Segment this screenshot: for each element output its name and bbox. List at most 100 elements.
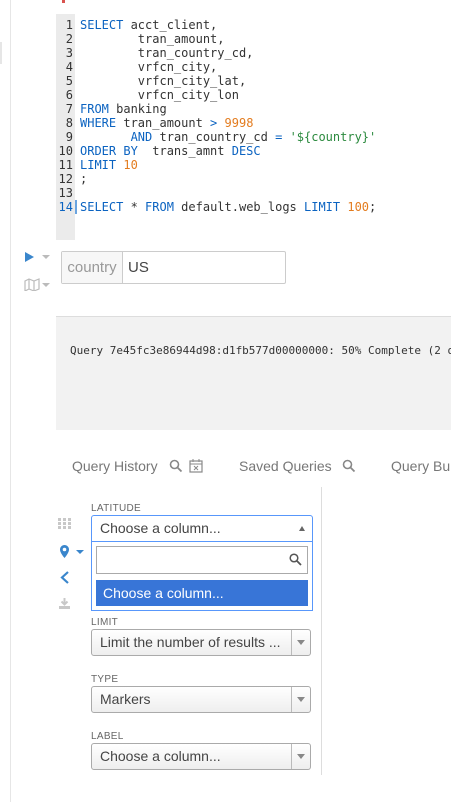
code-line[interactable]: vrfcn_city_lat, xyxy=(80,74,246,88)
code-token: LIMIT xyxy=(80,158,117,172)
code-token: vrfcn_city_lon xyxy=(80,88,239,102)
line-number: 2 xyxy=(65,32,73,46)
chevron-down-icon xyxy=(291,744,310,769)
code-token: * xyxy=(123,200,146,214)
code-line[interactable]: AND tran_country_cd = '${country}' xyxy=(80,130,377,144)
code-token: ; xyxy=(80,172,88,186)
download-icon[interactable] xyxy=(59,598,70,609)
code-token: AND xyxy=(130,130,153,144)
latitude-value: Choose a column... xyxy=(100,520,221,536)
map-marker-icon[interactable] xyxy=(60,545,69,558)
code-token: tran_amount xyxy=(116,116,211,130)
parameter-label: country xyxy=(62,252,123,283)
label-label: LABEL xyxy=(91,731,124,742)
chevron-down-icon[interactable] xyxy=(42,283,50,287)
latitude-label: LATITUDE xyxy=(91,503,141,514)
chevron-down-icon xyxy=(291,630,310,655)
dropdown-search-box xyxy=(96,546,308,574)
code-token: banking xyxy=(108,102,167,116)
tab-saved-queries[interactable]: Saved Queries xyxy=(239,458,332,474)
code-line[interactable]: tran_amount, xyxy=(80,32,225,46)
line-number: 3 xyxy=(65,46,73,60)
left-edge-marker xyxy=(0,42,2,64)
tab-query-builder[interactable]: Query Bui xyxy=(391,458,451,474)
type-select[interactable]: Markers xyxy=(91,686,311,713)
line-number: 12 xyxy=(58,172,73,186)
line-number: 8 xyxy=(65,116,73,130)
query-status-text: Query 7e45fc3e86944d98:d1fb577d00000000:… xyxy=(70,344,451,357)
map-icon[interactable] xyxy=(24,278,40,291)
code-line[interactable]: vrfcn_city_lon xyxy=(80,88,239,102)
settings-divider xyxy=(321,487,322,775)
code-token: FROM xyxy=(80,102,109,116)
active-line-marker xyxy=(75,200,77,214)
code-line[interactable]: SELECT * FROM default.web_logs LIMIT 100… xyxy=(80,200,376,214)
code-token: SELECT xyxy=(80,18,124,32)
search-icon[interactable] xyxy=(342,459,356,473)
code-line[interactable]: tran_country_cd, xyxy=(80,46,254,60)
parameter-field: country xyxy=(61,251,286,284)
line-number: 6 xyxy=(65,88,73,102)
line-number: 7 xyxy=(65,102,73,116)
code-token: tran_country_cd, xyxy=(80,46,254,60)
code-token: vrfcn_city, xyxy=(80,60,218,74)
code-token: vrfcn_city_lat, xyxy=(80,74,247,88)
dropdown-option[interactable]: Choose a column... xyxy=(96,580,308,606)
chevron-left-icon[interactable] xyxy=(60,571,70,584)
code-token: ; xyxy=(369,200,377,214)
code-line[interactable]: vrfcn_city, xyxy=(80,60,217,74)
code-token: ORDER BY xyxy=(80,144,138,158)
code-token: tran_country_cd xyxy=(152,130,276,144)
sql-editor[interactable]: 1 2 3 4 5 6 7 8 9 10 11 12 13 14 SELECT acct_client, … xyxy=(56,14,451,240)
grid-icon[interactable] xyxy=(58,518,71,529)
chevron-down-icon xyxy=(291,687,310,712)
search-icon xyxy=(289,553,302,566)
code-token: 9998 xyxy=(224,116,254,130)
label-select[interactable]: Choose a column... xyxy=(91,743,311,770)
code-token: DESC xyxy=(231,144,261,158)
code-token: FROM xyxy=(145,200,174,214)
play-icon[interactable] xyxy=(25,252,34,262)
code-line[interactable]: SELECT acct_client, xyxy=(80,18,217,32)
code-token: WHERE xyxy=(80,116,117,130)
code-token: 100 xyxy=(347,200,370,214)
limit-select[interactable]: Limit the number of results ... xyxy=(91,629,311,656)
label-value: Choose a column... xyxy=(100,748,221,764)
left-panel-divider xyxy=(10,0,11,802)
code-token: SELECT xyxy=(80,200,124,214)
dropdown-search-input[interactable] xyxy=(97,547,294,573)
limit-label: LIMIT xyxy=(91,617,119,628)
line-number: 11 xyxy=(58,158,73,172)
latitude-select[interactable]: Choose a column... xyxy=(91,515,313,542)
line-number: 14 xyxy=(58,200,73,214)
code-token: trans_amnt xyxy=(137,144,232,158)
chevron-down-icon[interactable] xyxy=(76,550,84,554)
code-line[interactable]: FROM banking xyxy=(80,102,167,116)
search-icon[interactable] xyxy=(169,459,183,473)
code-token: acct_client, xyxy=(123,18,218,32)
code-line[interactable]: ORDER BY trans_amnt DESC xyxy=(80,144,261,158)
code-token: tran_amount, xyxy=(80,32,225,46)
latitude-dropdown: Choose a column... xyxy=(91,542,313,611)
code-line[interactable]: ; xyxy=(80,172,87,186)
type-label: TYPE xyxy=(91,674,119,685)
code-line[interactable]: WHERE tran_amount > 9998 xyxy=(80,116,253,130)
error-marker xyxy=(62,0,65,3)
code-line[interactable]: LIMIT 10 xyxy=(80,158,138,172)
country-input[interactable] xyxy=(124,252,286,283)
type-value: Markers xyxy=(100,691,151,707)
line-number: 5 xyxy=(65,74,73,88)
line-number: 1 xyxy=(65,18,73,32)
line-number: 13 xyxy=(58,186,73,200)
code-token: 10 xyxy=(123,158,138,172)
limit-value: Limit the number of results ... xyxy=(100,634,281,650)
chevron-down-icon[interactable] xyxy=(42,255,50,259)
calendar-icon[interactable] xyxy=(189,459,203,473)
query-result-panel: Query 7e45fc3e86944d98:d1fb577d00000000:… xyxy=(56,316,451,430)
code-token: LIMIT xyxy=(304,200,341,214)
code-token: '${country}' xyxy=(289,130,377,144)
tab-query-history[interactable]: Query History xyxy=(72,458,158,474)
